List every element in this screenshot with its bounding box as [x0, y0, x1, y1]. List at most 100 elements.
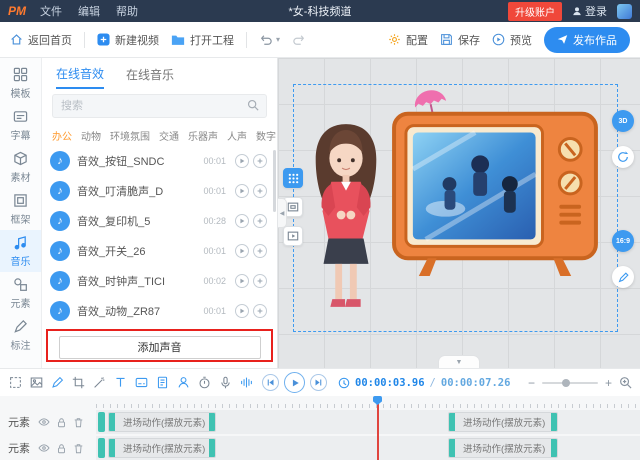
- category-number[interactable]: 数字: [256, 128, 276, 143]
- menu-edit[interactable]: 编辑: [78, 3, 100, 19]
- skip-forward-button[interactable]: [310, 374, 327, 391]
- publish-button[interactable]: 发布作品: [544, 27, 630, 53]
- timeline-clip[interactable]: 进场动作(摆放元素): [448, 412, 558, 432]
- sound-item[interactable]: ♪ 音效_开关_26 00:01: [42, 236, 277, 266]
- category-instrument[interactable]: 乐器声: [188, 128, 218, 143]
- tab-online-music[interactable]: 在线音乐: [126, 59, 174, 88]
- avatar[interactable]: [617, 4, 632, 19]
- canvas-stage[interactable]: 3D 16:9 ◀ ▼: [278, 58, 640, 368]
- add-sound-button[interactable]: [253, 214, 267, 228]
- rotate-button[interactable]: [612, 146, 634, 168]
- timeline-clip[interactable]: 进场动作(摆放元素): [448, 438, 558, 458]
- sidebar-item-element[interactable]: 元素: [0, 272, 41, 314]
- sound-item[interactable]: ♪ 音效_动物_ZR87 00:01: [42, 296, 277, 326]
- add-sound-button[interactable]: [253, 184, 267, 198]
- config-button[interactable]: 配置: [388, 32, 428, 48]
- play-sound-button[interactable]: [235, 304, 249, 318]
- track-lane[interactable]: 进场动作(摆放元素) 进场动作(摆放元素): [96, 410, 640, 434]
- upgrade-account-button[interactable]: 升级账户: [508, 2, 562, 21]
- clip-fragment[interactable]: [98, 412, 105, 432]
- save-button[interactable]: 保存: [440, 32, 480, 48]
- sidebar-item-annotation[interactable]: 标注: [0, 314, 41, 356]
- login-button[interactable]: 登录: [572, 3, 607, 19]
- panel-collapse-handle[interactable]: ◀: [278, 198, 287, 228]
- magnifier-icon[interactable]: [619, 376, 632, 389]
- subtitle-icon[interactable]: [134, 375, 149, 390]
- eye-icon[interactable]: [38, 443, 50, 453]
- timer-icon[interactable]: [197, 375, 212, 390]
- sound-wave-icon[interactable]: [239, 375, 254, 390]
- sidebar-item-subtitle[interactable]: 字幕: [0, 104, 41, 146]
- add-sound-button[interactable]: [253, 274, 267, 288]
- trash-icon[interactable]: [73, 443, 84, 454]
- open-project-button[interactable]: 打开工程: [171, 32, 234, 48]
- tv-graphic[interactable]: [386, 90, 604, 280]
- zoom-out-icon[interactable]: −: [528, 377, 535, 389]
- tab-online-sound[interactable]: 在线音效: [56, 58, 104, 89]
- category-voice[interactable]: 人声: [227, 128, 247, 143]
- timeline-ruler[interactable]: [96, 396, 640, 408]
- timeline-collapse-handle[interactable]: ▼: [438, 355, 480, 368]
- add-voice-button[interactable]: 添加声音: [59, 336, 261, 359]
- skip-back-button[interactable]: [262, 374, 279, 391]
- undo-button[interactable]: ▾: [259, 34, 280, 46]
- playhead-line[interactable]: [377, 404, 379, 460]
- add-sound-button[interactable]: [253, 244, 267, 258]
- sound-item[interactable]: ♪ 音效_叮清脆声_D 00:01: [42, 176, 277, 206]
- menu-file[interactable]: 文件: [40, 3, 62, 19]
- menu-help[interactable]: 帮助: [116, 3, 138, 19]
- play-sound-button[interactable]: [235, 184, 249, 198]
- text-icon[interactable]: [113, 375, 128, 390]
- sound-item[interactable]: ♪ 音效_复印机_5 00:28: [42, 206, 277, 236]
- zoom-slider[interactable]: [542, 382, 598, 384]
- crop-icon[interactable]: [71, 375, 86, 390]
- play-sound-button[interactable]: [235, 214, 249, 228]
- presenter-character[interactable]: [302, 116, 390, 316]
- mic-icon[interactable]: [218, 375, 233, 390]
- pencil-icon[interactable]: [50, 375, 65, 390]
- edit-pencil-button[interactable]: [612, 266, 634, 288]
- play-sound-button[interactable]: [235, 274, 249, 288]
- play-sound-button[interactable]: [235, 154, 249, 168]
- preview-button[interactable]: 预览: [492, 32, 532, 48]
- lock-icon[interactable]: [56, 443, 67, 454]
- category-animal[interactable]: 动物: [81, 128, 101, 143]
- sidebar-item-material[interactable]: 素材: [0, 146, 41, 188]
- scrollbar[interactable]: [273, 150, 276, 212]
- eye-icon[interactable]: [38, 417, 50, 427]
- zoom-slider-thumb[interactable]: [562, 379, 570, 387]
- timeline-clip[interactable]: 进场动作(摆放元素): [108, 412, 216, 432]
- sidebar-item-frame[interactable]: 框架: [0, 188, 41, 230]
- sidebar-item-music[interactable]: 音乐: [0, 230, 41, 272]
- new-video-button[interactable]: 新建视频: [97, 32, 159, 48]
- timeline-clip[interactable]: 进场动作(摆放元素): [108, 438, 216, 458]
- clip-fragment[interactable]: [98, 438, 105, 458]
- aspect-ratio-button[interactable]: 16:9: [612, 230, 634, 252]
- back-home-button[interactable]: 返回首页: [10, 32, 72, 48]
- sound-item[interactable]: ♪ 音效_时钟声_TICI 00:02: [42, 266, 277, 296]
- script-icon[interactable]: [155, 375, 170, 390]
- redo-button[interactable]: [292, 34, 306, 46]
- zoom-in-icon[interactable]: +: [605, 377, 612, 389]
- play-sound-button[interactable]: [235, 244, 249, 258]
- category-office[interactable]: 办公: [52, 128, 72, 143]
- select-area-icon[interactable]: [8, 375, 23, 390]
- lock-icon[interactable]: [56, 417, 67, 428]
- trash-icon[interactable]: [73, 417, 84, 428]
- search-input[interactable]: [52, 94, 267, 118]
- 3d-mode-button[interactable]: 3D: [612, 110, 634, 132]
- category-ambience[interactable]: 环境氛围: [110, 128, 150, 143]
- sidebar-item-template[interactable]: 模板: [0, 62, 41, 104]
- sound-item[interactable]: ♪ 音效_按钮_SNDC 00:01: [42, 146, 277, 176]
- add-sound-button[interactable]: [253, 304, 267, 318]
- category-traffic[interactable]: 交通: [159, 128, 179, 143]
- wand-icon[interactable]: [92, 375, 107, 390]
- play-frame-button[interactable]: [283, 226, 303, 246]
- sound-duration: 00:01: [203, 186, 226, 196]
- character-icon[interactable]: [176, 375, 191, 390]
- play-button[interactable]: [284, 372, 305, 393]
- image-icon[interactable]: [29, 375, 44, 390]
- track-lane[interactable]: 进场动作(摆放元素) 进场动作(摆放元素): [96, 436, 640, 460]
- grid-apps-button[interactable]: [283, 168, 303, 188]
- add-sound-button[interactable]: [253, 154, 267, 168]
